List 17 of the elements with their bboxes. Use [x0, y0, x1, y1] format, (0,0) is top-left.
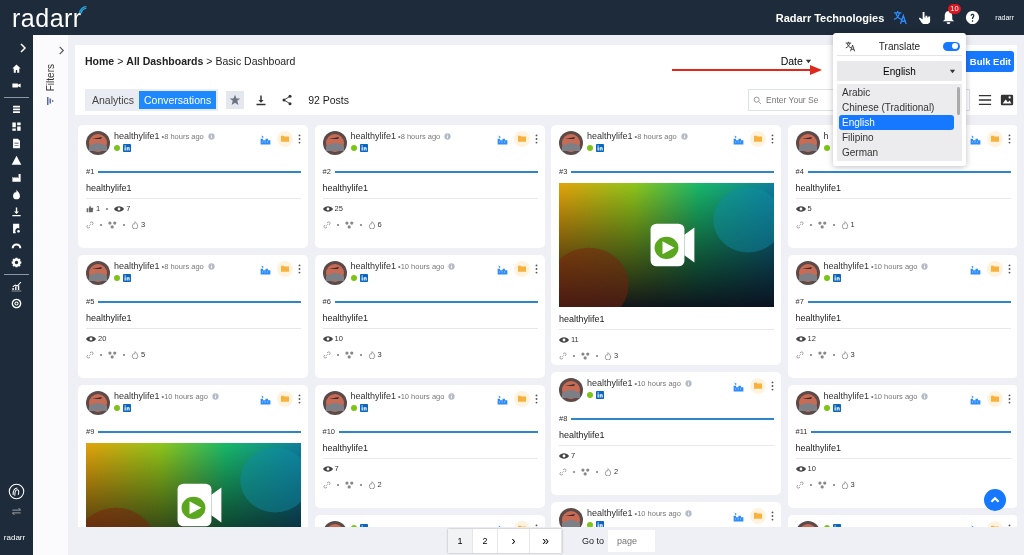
- post-text: healthylife1: [86, 183, 301, 199]
- post-text: healthylife1: [559, 314, 774, 330]
- post-text: healthylife1: [322, 183, 538, 199]
- post-text: healthylife1: [322, 443, 538, 459]
- post-count: 92 Posts: [308, 94, 349, 106]
- breadcrumb-separator: >: [117, 55, 124, 67]
- breadcrumb-separator: >: [206, 55, 213, 67]
- post-text: healthylife1: [559, 430, 774, 446]
- goto-label: Go to: [582, 536, 604, 546]
- post-text: healthylife1: [322, 313, 538, 329]
- breadcrumb-item: Basic Dashboard: [215, 55, 296, 67]
- brand-text: radarr: [3, 533, 26, 542]
- post-text: healthylife1: [795, 183, 1011, 199]
- post-text: healthylife1: [795, 313, 1011, 329]
- post-text: healthylife1: [795, 443, 1011, 459]
- translate-label: Translate: [877, 40, 922, 52]
- post-text: healthylife1: [86, 313, 301, 329]
